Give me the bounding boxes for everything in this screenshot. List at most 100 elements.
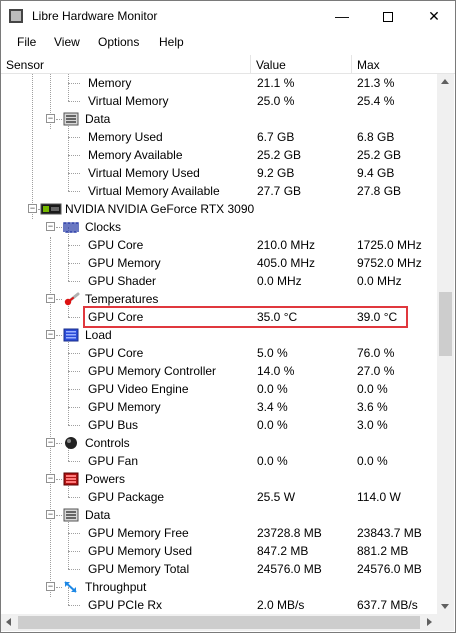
scroll-right-icon[interactable] <box>427 618 432 626</box>
sensor-max: 1725.0 MHz <box>357 238 422 252</box>
sensor-row[interactable]: Memory Available 25.2 GB 25.2 GB <box>1 146 437 164</box>
sensor-row[interactable]: Memory Used 6.7 GB 6.8 GB <box>1 128 437 146</box>
collapse-toggle-icon[interactable]: − <box>46 510 55 519</box>
sensor-label: GPU Core <box>88 238 144 252</box>
tree-connector <box>68 533 80 534</box>
sensor-label: GPU Package <box>88 490 165 504</box>
sensor-row[interactable]: GPU Shader 0.0 MHz 0.0 MHz <box>1 272 437 290</box>
close-button[interactable]: ✕ <box>411 1 456 31</box>
tree-connector <box>68 245 80 246</box>
sensor-row[interactable]: GPU Memory Total 24576.0 MB 24576.0 MB <box>1 560 437 578</box>
sensor-max: 3.6 % <box>357 400 388 414</box>
tree-connector <box>68 407 80 408</box>
sensor-row[interactable]: GPU Bus 0.0 % 3.0 % <box>1 416 437 434</box>
tree-connector <box>56 587 62 588</box>
sensor-label: Clocks <box>85 220 122 234</box>
sensor-group-row[interactable]: − Data <box>1 110 437 128</box>
sensor-row[interactable]: GPU Core 210.0 MHz 1725.0 MHz <box>1 236 437 254</box>
minimize-button[interactable]: — <box>319 1 365 31</box>
sensor-max: 6.8 GB <box>357 130 395 144</box>
sensor-max: 21.3 % <box>357 76 395 90</box>
sensor-tree[interactable]: Memory 21.1 % 21.3 % Virtual Memory 25.0 % 25… <box>1 74 437 614</box>
sensor-row[interactable]: Memory 21.1 % 21.3 % <box>1 74 437 92</box>
sensor-row[interactable]: GPU Fan 0.0 % 0.0 % <box>1 452 437 470</box>
tree-connector <box>68 155 80 156</box>
vertical-scroll-thumb[interactable] <box>439 292 452 356</box>
sensor-row[interactable]: GPU Video Engine 0.0 % 0.0 % <box>1 380 437 398</box>
sensor-row[interactable]: Virtual Memory Available 27.7 GB 27.8 GB <box>1 182 437 200</box>
tree-connector <box>68 173 80 174</box>
data-icon <box>63 112 79 126</box>
scroll-down-icon[interactable] <box>441 604 449 609</box>
horizontal-scroll-thumb[interactable] <box>18 616 420 629</box>
sensor-row[interactable]: GPU Memory 3.4 % 3.6 % <box>1 398 437 416</box>
sensor-row[interactable]: Virtual Memory Used 9.2 GB 9.4 GB <box>1 164 437 182</box>
column-separator[interactable] <box>351 55 352 74</box>
sensor-row[interactable]: GPU Memory 405.0 MHz 9752.0 MHz <box>1 254 437 272</box>
maximize-button[interactable] <box>365 1 411 31</box>
collapse-toggle-icon[interactable]: − <box>46 438 55 447</box>
sensor-value: 25.5 W <box>257 490 296 504</box>
tree-connector <box>68 83 80 84</box>
highlight-box <box>83 306 408 328</box>
sensor-row[interactable]: GPU Memory Controller 14.0 % 27.0 % <box>1 362 437 380</box>
sensor-row[interactable]: GPU Package 25.5 W 114.0 W <box>1 488 437 506</box>
tree-connector <box>56 479 62 480</box>
sensor-value: 27.7 GB <box>257 184 302 198</box>
column-separator[interactable] <box>250 55 251 74</box>
tree-connector <box>68 137 80 138</box>
collapse-toggle-icon[interactable]: − <box>46 474 55 483</box>
column-header-value[interactable]: Value <box>256 58 286 72</box>
sensor-row[interactable]: GPU Memory Free 23728.8 MB 23843.7 MB <box>1 524 437 542</box>
menu-file[interactable]: File <box>17 35 36 49</box>
sensor-row[interactable]: GPU Core 5.0 % 76.0 % <box>1 344 437 362</box>
sensor-label: Load <box>85 328 112 342</box>
menu-help[interactable]: Help <box>159 35 184 49</box>
load-icon <box>63 328 79 342</box>
sensor-row[interactable]: GPU Memory Used 847.2 MB 881.2 MB <box>1 542 437 560</box>
sensor-label: GPU Bus <box>88 418 139 432</box>
column-header-max[interactable]: Max <box>357 58 380 72</box>
tree-connector <box>56 443 62 444</box>
sensor-label: GPU Memory Total <box>88 562 190 576</box>
sensor-value: 23728.8 MB <box>257 526 322 540</box>
sensor-row[interactable]: Virtual Memory 25.0 % 25.4 % <box>1 92 437 110</box>
horizontal-scrollbar[interactable] <box>1 614 437 631</box>
collapse-toggle-icon[interactable]: − <box>46 114 55 123</box>
sensor-max: 0.0 % <box>357 454 388 468</box>
collapse-toggle-icon[interactable]: − <box>46 222 55 231</box>
column-header: Sensor Value Max <box>1 55 455 74</box>
title-bar[interactable]: Libre Hardware Monitor — ✕ <box>0 0 456 31</box>
sensor-group-row[interactable]: − Powers <box>1 470 437 488</box>
tree-connector <box>56 227 62 228</box>
menu-options[interactable]: Options <box>98 35 139 49</box>
sensor-group-row[interactable]: − Throughput <box>1 578 437 596</box>
sensor-value: 5.0 % <box>257 346 288 360</box>
sensor-value: 2.0 MB/s <box>257 598 305 612</box>
nvidia-gpu-icon <box>40 202 62 216</box>
sensor-row[interactable]: GPU PCIe Rx 2.0 MB/s 637.7 MB/s <box>1 596 437 614</box>
tree-connector <box>68 605 80 606</box>
sensor-group-row[interactable]: − Data <box>1 506 437 524</box>
tree-connector <box>68 263 80 264</box>
collapse-toggle-icon[interactable]: − <box>46 294 55 303</box>
sensor-group-row[interactable]: − Clocks <box>1 218 437 236</box>
sensor-group-row[interactable]: − Controls <box>1 434 437 452</box>
menu-view[interactable]: View <box>54 35 80 49</box>
sensor-group-row[interactable]: − Load <box>1 326 437 344</box>
sensor-max: 76.0 % <box>357 346 395 360</box>
scroll-left-icon[interactable] <box>6 618 11 626</box>
collapse-toggle-icon[interactable]: − <box>46 582 55 591</box>
collapse-toggle-icon[interactable]: − <box>46 330 55 339</box>
scroll-up-icon[interactable] <box>441 79 449 84</box>
vertical-scrollbar[interactable] <box>437 74 454 614</box>
sensor-label: NVIDIA NVIDIA GeForce RTX 3090 <box>65 202 255 216</box>
collapse-toggle-icon[interactable]: − <box>28 204 37 213</box>
sensor-label: GPU Fan <box>88 454 139 468</box>
sensor-value: 0.0 % <box>257 418 288 432</box>
sensor-value: 210.0 MHz <box>257 238 316 252</box>
column-header-sensor[interactable]: Sensor <box>6 58 44 72</box>
sensor-value: 24576.0 MB <box>257 562 322 576</box>
sensor-group-row[interactable]: − NVIDIA NVIDIA GeForce RTX 3090 <box>1 200 437 218</box>
sensor-label: Powers <box>85 472 126 486</box>
